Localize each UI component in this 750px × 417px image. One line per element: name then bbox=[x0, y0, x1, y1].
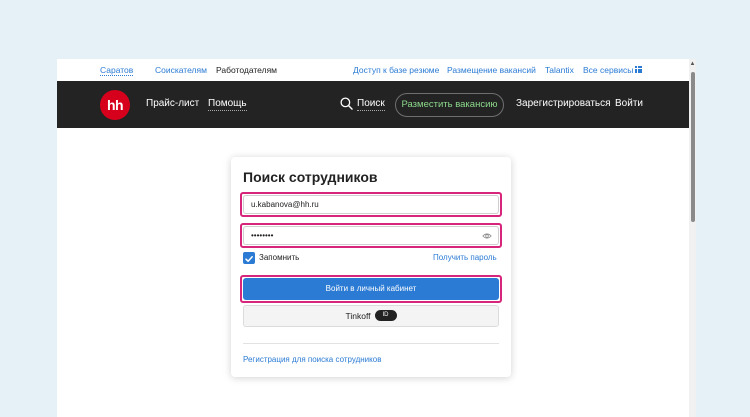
employers-link[interactable]: Работодателям bbox=[216, 65, 277, 75]
post-vacancy-button[interactable]: Разместить вакансию bbox=[395, 93, 504, 117]
card-title: Поиск сотрудников bbox=[243, 169, 378, 185]
card-divider bbox=[243, 343, 499, 344]
help-link[interactable]: Помощь bbox=[208, 98, 247, 111]
login-button[interactable]: Войти в личный кабинет bbox=[243, 278, 499, 300]
seekers-link[interactable]: Соискателям bbox=[155, 65, 207, 75]
main-navbar: hh Прайс-лист Помощь Поиск Разместить ва… bbox=[57, 81, 689, 128]
search-icon[interactable] bbox=[340, 97, 353, 110]
login-card: Поиск сотрудников u.kabanova@hh.ru •••••… bbox=[231, 157, 511, 377]
tinkoff-login-button[interactable]: Tinkoff ID bbox=[243, 305, 499, 327]
talantix-link[interactable]: Talantix bbox=[545, 65, 574, 75]
check-icon bbox=[245, 256, 253, 262]
email-field[interactable]: u.kabanova@hh.ru bbox=[243, 195, 499, 214]
all-services-link[interactable]: Все сервисы bbox=[583, 65, 633, 75]
search-link[interactable]: Поиск bbox=[357, 98, 385, 111]
scrollbar-thumb[interactable] bbox=[691, 72, 695, 222]
register-link[interactable]: Зарегистрироваться bbox=[516, 98, 611, 109]
tinkoff-label: Tinkoff bbox=[345, 311, 371, 321]
remember-checkbox[interactable] bbox=[243, 252, 255, 264]
top-bar: Саратов Соискателям Работодателям Доступ… bbox=[57, 59, 689, 81]
post-vacancies-link[interactable]: Размещение вакансий bbox=[447, 65, 536, 75]
password-field[interactable]: •••••••• bbox=[243, 226, 499, 245]
password-value: •••••••• bbox=[251, 231, 274, 240]
resume-access-link[interactable]: Доступ к базе резюме bbox=[353, 65, 439, 75]
scroll-up-arrow-icon[interactable]: ▲ bbox=[689, 61, 696, 68]
tinkoff-id-badge: ID bbox=[374, 310, 397, 322]
browser-viewport: Саратов Соискателям Работодателям Доступ… bbox=[57, 59, 696, 417]
eye-icon[interactable] bbox=[482, 232, 492, 240]
forgot-password-link[interactable]: Получить пароль bbox=[433, 253, 497, 262]
city-selector[interactable]: Саратов bbox=[100, 65, 134, 76]
grid-icon[interactable] bbox=[635, 66, 642, 73]
price-list-link[interactable]: Прайс-лист bbox=[146, 98, 199, 109]
login-link[interactable]: Войти bbox=[615, 98, 643, 109]
hh-logo[interactable]: hh bbox=[100, 90, 130, 120]
remember-label[interactable]: Запомнить bbox=[259, 253, 299, 262]
register-employer-link[interactable]: Регистрация для поиска сотрудников bbox=[243, 355, 381, 364]
